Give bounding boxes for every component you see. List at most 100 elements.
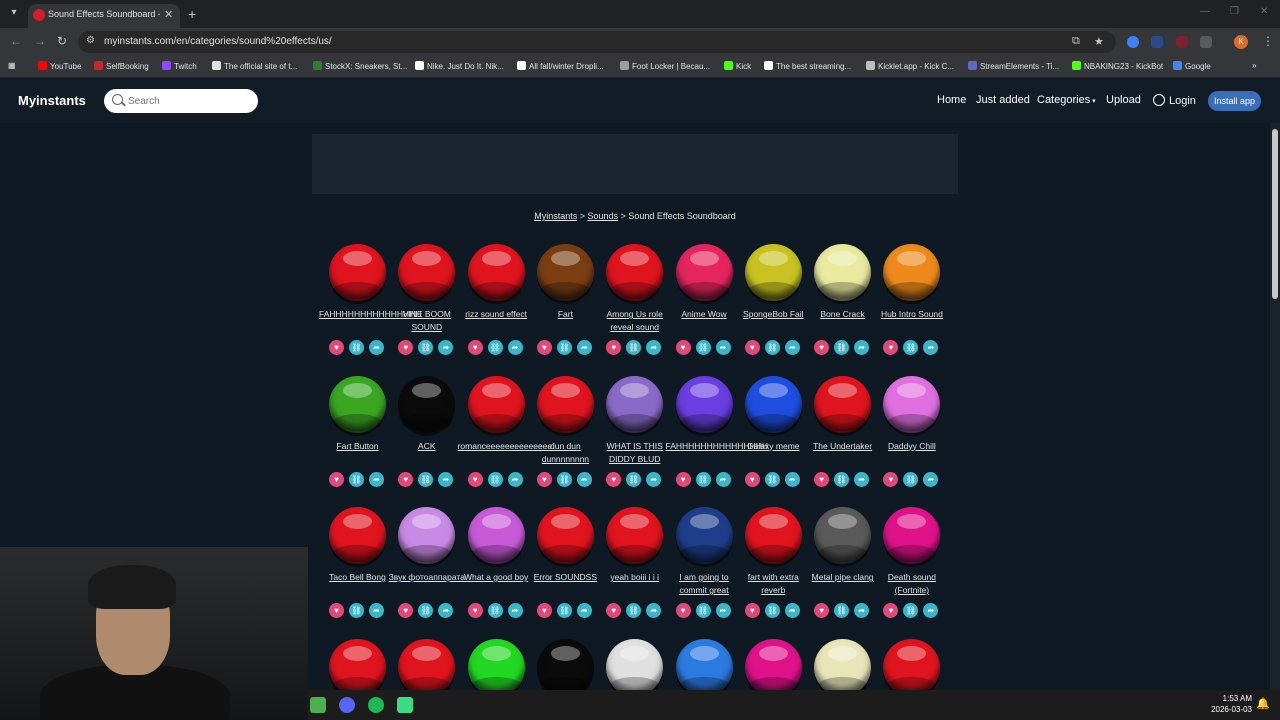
- favorite-heart-icon[interactable]: ♥: [744, 340, 760, 355]
- sound-play-button[interactable]: [814, 638, 872, 696]
- apps-grid-icon[interactable]: ▦: [8, 61, 16, 70]
- sound-play-button[interactable]: [536, 638, 594, 696]
- nav-login[interactable]: Login: [1153, 94, 1196, 107]
- copy-link-icon[interactable]: ⛓: [695, 340, 711, 355]
- share-arrow-icon[interactable]: ➦: [646, 603, 662, 618]
- favorite-heart-icon[interactable]: ♥: [814, 471, 830, 487]
- sound-play-button[interactable]: [467, 244, 525, 301]
- back-icon[interactable]: ←: [10, 34, 22, 48]
- favorite-heart-icon[interactable]: ♥: [744, 603, 760, 618]
- sound-title-link[interactable]: VINE BOOM SOUND: [388, 308, 465, 334]
- forward-icon[interactable]: →: [34, 34, 46, 48]
- bookmark-item[interactable]: Kicklet.app - Kick C...: [866, 61, 954, 71]
- copy-link-icon[interactable]: ⛓: [556, 471, 572, 487]
- close-window-icon[interactable]: ✕: [1260, 6, 1268, 17]
- install-app-button[interactable]: Install app: [1208, 91, 1261, 111]
- copy-link-icon[interactable]: ⛓: [903, 471, 919, 487]
- sound-play-button[interactable]: [398, 375, 456, 433]
- new-tab-icon[interactable]: +: [188, 6, 196, 22]
- favorite-heart-icon[interactable]: ♥: [606, 340, 622, 355]
- share-arrow-icon[interactable]: ➦: [438, 603, 454, 618]
- breadcrumb-sounds-link[interactable]: Sounds: [588, 211, 619, 221]
- sound-play-button[interactable]: [675, 507, 733, 564]
- copy-link-icon[interactable]: ⛓: [487, 340, 503, 355]
- share-arrow-icon[interactable]: ➦: [854, 471, 870, 487]
- sound-play-button[interactable]: [744, 507, 802, 564]
- share-arrow-icon[interactable]: ➦: [784, 471, 800, 487]
- sound-play-button[interactable]: [536, 244, 594, 301]
- address-bar[interactable]: ⚙ myinstants.com/en/categories/sound%20e…: [78, 31, 1116, 53]
- favorite-heart-icon[interactable]: ♥: [467, 603, 483, 618]
- sound-play-button[interactable]: [883, 638, 941, 696]
- sound-play-button[interactable]: [814, 375, 872, 433]
- sound-play-button[interactable]: [329, 638, 386, 696]
- share-arrow-icon[interactable]: ➦: [576, 603, 592, 618]
- bookmark-item[interactable]: NBAKING23 - KickBot: [1072, 61, 1163, 71]
- sound-play-button[interactable]: [675, 244, 733, 301]
- share-arrow-icon[interactable]: ➦: [507, 471, 523, 487]
- sound-title-link[interactable]: SpongeBob Fail: [735, 308, 812, 321]
- share-arrow-icon[interactable]: ➦: [369, 340, 384, 355]
- scrollbar-thumb[interactable]: [1272, 129, 1278, 299]
- extension-icon[interactable]: [1127, 36, 1139, 48]
- bookmark-item[interactable]: Twitch: [162, 61, 197, 71]
- sound-title-link[interactable]: WHAT IS THIS DIDDY BLUD: [596, 440, 673, 466]
- share-arrow-icon[interactable]: ➦: [576, 471, 592, 487]
- favorite-heart-icon[interactable]: ♥: [883, 471, 899, 487]
- copy-link-icon[interactable]: ⛓: [418, 603, 434, 618]
- copy-link-icon[interactable]: ⛓: [834, 471, 850, 487]
- copy-link-icon[interactable]: ⛓: [418, 340, 434, 355]
- reload-icon[interactable]: ↻: [57, 34, 67, 48]
- share-arrow-icon[interactable]: ➦: [646, 340, 662, 355]
- sound-title-link[interactable]: Hub Intro Sound: [873, 308, 950, 321]
- copy-link-icon[interactable]: ⛓: [556, 603, 572, 618]
- share-arrow-icon[interactable]: ➦: [715, 603, 731, 618]
- bookmark-item[interactable]: All fall/winter Dropli...: [517, 61, 604, 71]
- favorite-heart-icon[interactable]: ♥: [329, 603, 344, 618]
- copy-link-icon[interactable]: ⛓: [834, 603, 850, 618]
- bookmark-item[interactable]: Foot Locker | Becau...: [620, 61, 710, 71]
- sound-title-link[interactable]: ACK: [388, 440, 465, 453]
- favorite-heart-icon[interactable]: ♥: [606, 471, 622, 487]
- share-arrow-icon[interactable]: ➦: [715, 340, 731, 355]
- sound-title-link[interactable]: Bone Crack: [804, 308, 881, 321]
- search-box[interactable]: [104, 89, 258, 113]
- share-arrow-icon[interactable]: ➦: [784, 340, 800, 355]
- notification-bell-icon[interactable]: 🔔: [1256, 697, 1270, 710]
- share-arrow-icon[interactable]: ➦: [369, 603, 384, 618]
- copy-link-icon[interactable]: ⛓: [764, 471, 780, 487]
- sound-play-button[interactable]: [398, 638, 456, 696]
- profile-avatar[interactable]: K: [1234, 35, 1248, 49]
- copy-link-icon[interactable]: ⛓: [626, 603, 642, 618]
- sound-title-link[interactable]: Error SOUNDSS: [527, 571, 604, 584]
- sound-play-button[interactable]: [883, 244, 941, 301]
- favorite-heart-icon[interactable]: ♥: [467, 471, 483, 487]
- sound-title-link[interactable]: I am going to commit great: [666, 571, 743, 597]
- maximize-icon[interactable]: ❐: [1230, 6, 1239, 17]
- sound-play-button[interactable]: [883, 507, 941, 564]
- sound-title-link[interactable]: fart with extra reverb: [735, 571, 812, 597]
- sound-play-button[interactable]: [814, 507, 872, 564]
- bookmark-item[interactable]: Google: [1173, 61, 1211, 71]
- close-tab-icon[interactable]: ✕: [164, 8, 173, 21]
- sound-title-link[interactable]: yeah boiii i i i: [596, 571, 673, 584]
- bookmark-item[interactable]: The official site of t...: [212, 61, 297, 71]
- sound-title-link[interactable]: Fart Button: [319, 440, 396, 453]
- copy-link-icon[interactable]: ⛓: [626, 340, 642, 355]
- sound-title-link[interactable]: FAHHHHHHHHHHHHHHH: [666, 440, 768, 453]
- bookmark-item[interactable]: SelfBooking: [94, 61, 149, 71]
- copy-link-icon[interactable]: ⛓: [626, 471, 642, 487]
- favorite-heart-icon[interactable]: ♥: [814, 340, 830, 355]
- copy-link-icon[interactable]: ⛓: [695, 603, 711, 618]
- favorite-heart-icon[interactable]: ♥: [675, 471, 691, 487]
- share-arrow-icon[interactable]: ➦: [369, 471, 384, 487]
- sound-play-button[interactable]: [606, 507, 664, 564]
- copy-link-icon[interactable]: ⛓: [834, 340, 850, 355]
- sound-play-button[interactable]: [675, 375, 733, 433]
- share-arrow-icon[interactable]: ➦: [923, 340, 939, 355]
- minecraft-icon[interactable]: [310, 697, 326, 713]
- sound-play-button[interactable]: [398, 244, 456, 301]
- sound-title-link[interactable]: Death sound (Fortnite): [873, 571, 950, 597]
- share-arrow-icon[interactable]: ➦: [507, 340, 523, 355]
- sound-play-button[interactable]: [744, 375, 802, 433]
